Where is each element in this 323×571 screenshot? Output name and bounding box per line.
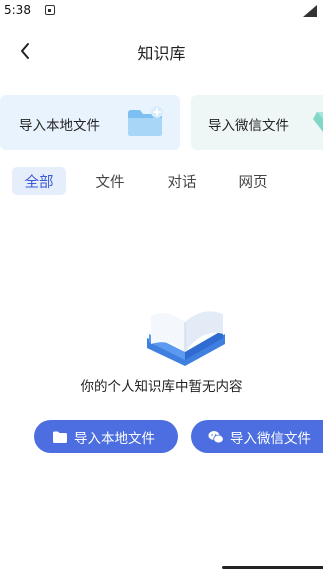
import-local-button[interactable]: 导入本地文件 (34, 420, 178, 453)
notification-icon (45, 5, 55, 15)
empty-state-message: 你的个人知识库中暂无内容 (80, 379, 243, 395)
tab-all[interactable]: 全部 (12, 167, 66, 195)
import-wechat-card-label: 导入微信文件 (208, 118, 289, 134)
wechat-icon (208, 430, 224, 443)
tab-conversations[interactable]: 对话 (160, 167, 204, 195)
import-local-card-label: 导入本地文件 (19, 118, 100, 134)
import-wechat-button-label: 导入微信文件 (230, 430, 311, 447)
folder-plus-icon (128, 106, 163, 136)
import-wechat-button[interactable]: 导入微信文件 (191, 420, 323, 453)
import-local-card[interactable]: 导入本地文件 (0, 95, 180, 150)
wechat-gem-icon (313, 112, 323, 132)
home-indicator[interactable] (222, 566, 323, 569)
status-time: 5:38 (4, 3, 31, 17)
import-local-button-label: 导入本地文件 (74, 430, 155, 447)
tab-files[interactable]: 文件 (88, 167, 132, 195)
open-book-icon (147, 311, 225, 366)
category-tabs: 全部 文件 对话 网页 (0, 167, 323, 197)
import-wechat-card[interactable]: 导入微信文件 (191, 95, 323, 150)
knowledge-base-screen: 5:38 知识库 导入本地文件 导入微信文件 全部 文件 对话 网页 你的个人知… (0, 0, 323, 571)
folder-icon (53, 431, 67, 443)
header: 知识库 (0, 30, 323, 74)
page-title: 知识库 (137, 44, 186, 63)
signal-icon (303, 5, 317, 17)
status-bar: 5:38 (0, 0, 323, 24)
tab-webpages[interactable]: 网页 (231, 167, 275, 195)
